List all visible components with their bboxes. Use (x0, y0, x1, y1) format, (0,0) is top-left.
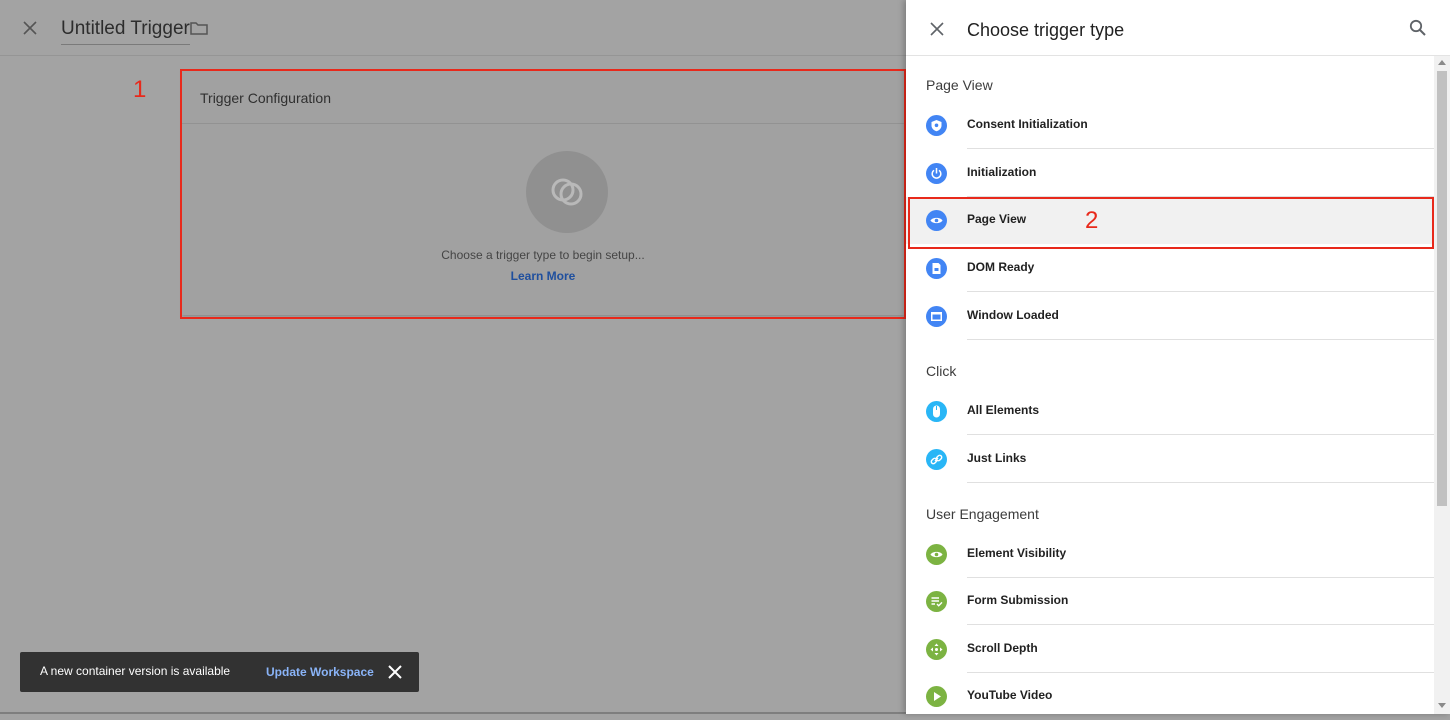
close-icon[interactable] (22, 20, 38, 36)
trigger-type-all-elements[interactable]: All Elements (906, 388, 1434, 435)
trigger-type-label: Just Links (967, 451, 1027, 465)
trigger-type-window-loaded[interactable]: Window Loaded (906, 293, 1434, 340)
divider (967, 148, 1434, 149)
trigger-type-label: Scroll Depth (967, 641, 1038, 655)
form-icon (926, 591, 947, 612)
trigger-type-label: Initialization (967, 165, 1037, 179)
trigger-type-label: Window Loaded (967, 308, 1059, 322)
close-icon[interactable] (388, 665, 402, 679)
annotation-box-1 (180, 69, 906, 319)
mouse-icon (926, 401, 947, 422)
scroll-down-arrow-icon[interactable] (1438, 703, 1446, 708)
trigger-type-form-submission[interactable]: Form Submission (906, 578, 1434, 625)
annotation-number-1: 1 (133, 76, 147, 103)
divider (967, 434, 1434, 435)
trigger-type-label: All Elements (967, 403, 1040, 417)
snackbar: A new container version is available Upd… (20, 652, 419, 692)
trigger-type-label: YouTube Video (967, 688, 1053, 702)
shield-icon (926, 115, 947, 136)
document-icon (926, 258, 947, 279)
move-icon (926, 639, 947, 660)
scrollbar-thumb[interactable] (1437, 71, 1447, 506)
link-icon (926, 449, 947, 470)
panel-header: Choose trigger type (906, 0, 1450, 56)
trigger-type-panel: Choose trigger type Page View Consent In… (906, 0, 1450, 714)
trigger-name-input[interactable]: Untitled Trigger (61, 18, 190, 45)
search-icon[interactable] (1409, 19, 1427, 37)
editor-header: Untitled Trigger (0, 0, 906, 56)
section-click: Click (926, 363, 957, 379)
close-icon[interactable] (930, 22, 944, 36)
trigger-type-just-links[interactable]: Just Links (906, 436, 1434, 483)
divider (967, 624, 1434, 625)
eye-icon (926, 544, 947, 565)
trigger-type-label: DOM Ready (967, 260, 1035, 274)
trigger-type-label: Form Submission (967, 593, 1069, 607)
divider (967, 482, 1434, 483)
trigger-type-label: Consent Initialization (967, 117, 1088, 131)
annotation-box-2 (908, 197, 1434, 249)
divider (967, 291, 1434, 292)
trigger-type-scroll-depth[interactable]: Scroll Depth (906, 626, 1434, 673)
snackbar-message: A new container version is available (40, 664, 231, 678)
trigger-type-youtube-video[interactable]: YouTube Video (906, 673, 1434, 720)
trigger-type-dom-ready[interactable]: DOM Ready (906, 245, 1434, 292)
trigger-type-consent-initialization[interactable]: Consent Initialization (906, 102, 1434, 149)
section-user-engagement: User Engagement (926, 506, 1039, 522)
window-icon (926, 306, 947, 327)
trigger-type-label: Element Visibility (967, 546, 1067, 560)
update-workspace-button[interactable]: Update Workspace (266, 665, 374, 679)
annotation-number-2: 2 (1085, 207, 1099, 234)
scroll-up-arrow-icon[interactable] (1438, 60, 1446, 65)
section-page-view: Page View (926, 77, 993, 93)
play-icon (926, 686, 947, 707)
divider (967, 339, 1434, 340)
folder-icon[interactable] (190, 20, 208, 36)
panel-title: Choose trigger type (967, 20, 1125, 40)
power-icon (926, 163, 947, 184)
trigger-type-initialization[interactable]: Initialization (906, 150, 1434, 197)
trigger-type-element-visibility[interactable]: Element Visibility (906, 531, 1434, 578)
